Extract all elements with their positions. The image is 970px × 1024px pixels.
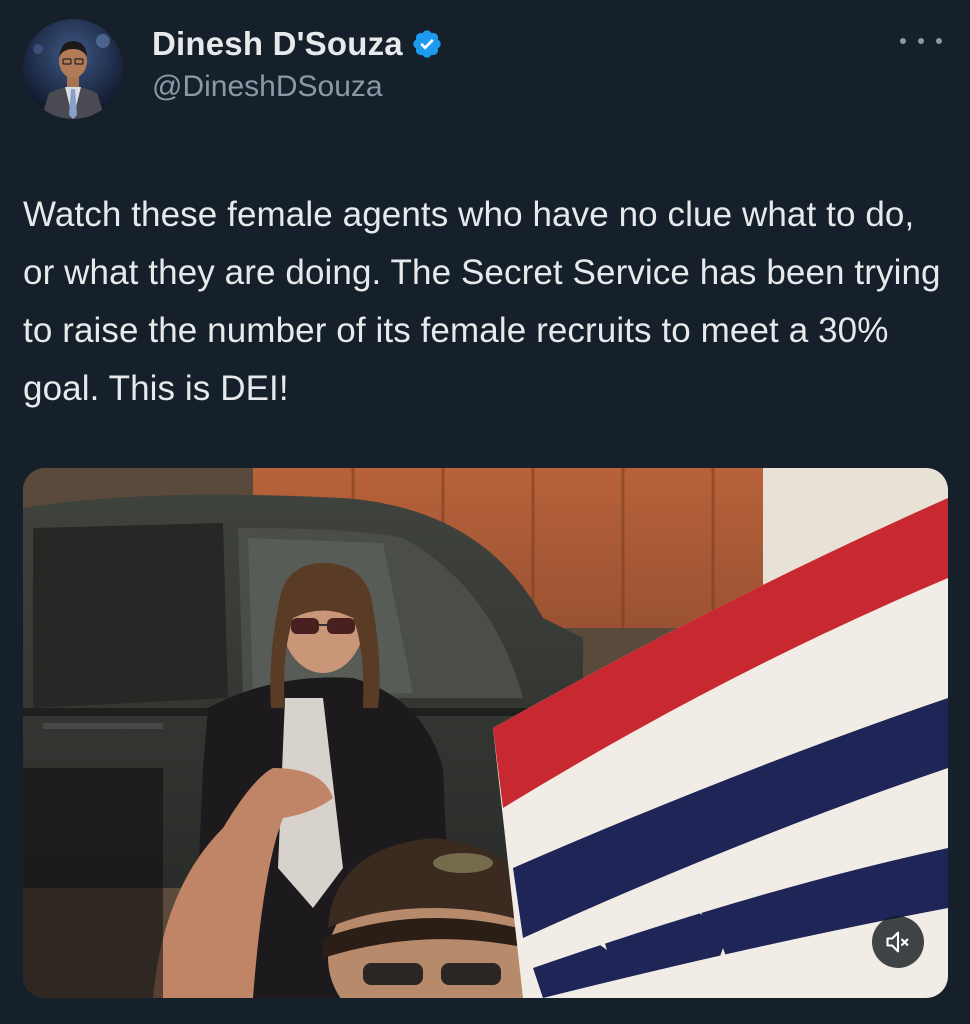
more-horizontal-icon[interactable] bbox=[900, 34, 942, 48]
author-display-name[interactable]: Dinesh D'Souza bbox=[152, 25, 403, 63]
author-name-row: Dinesh D'Souza bbox=[152, 24, 443, 64]
more-dot bbox=[936, 38, 942, 44]
tweet-card: Dinesh D'Souza @DineshDSouza Watch these… bbox=[0, 0, 970, 1024]
more-dot bbox=[918, 38, 924, 44]
video-frame bbox=[23, 468, 948, 998]
author-avatar[interactable] bbox=[23, 19, 123, 119]
tweet-text: Watch these female agents who have no cl… bbox=[23, 195, 941, 408]
avatar-image bbox=[23, 19, 123, 119]
volume-muted-icon[interactable] bbox=[872, 916, 924, 968]
author-handle[interactable]: @DineshDSouza bbox=[152, 70, 383, 104]
speaker-muted-glyph bbox=[886, 931, 909, 953]
tweet-video[interactable] bbox=[23, 468, 948, 998]
more-dot bbox=[900, 38, 906, 44]
verified-badge-icon[interactable] bbox=[411, 28, 443, 60]
